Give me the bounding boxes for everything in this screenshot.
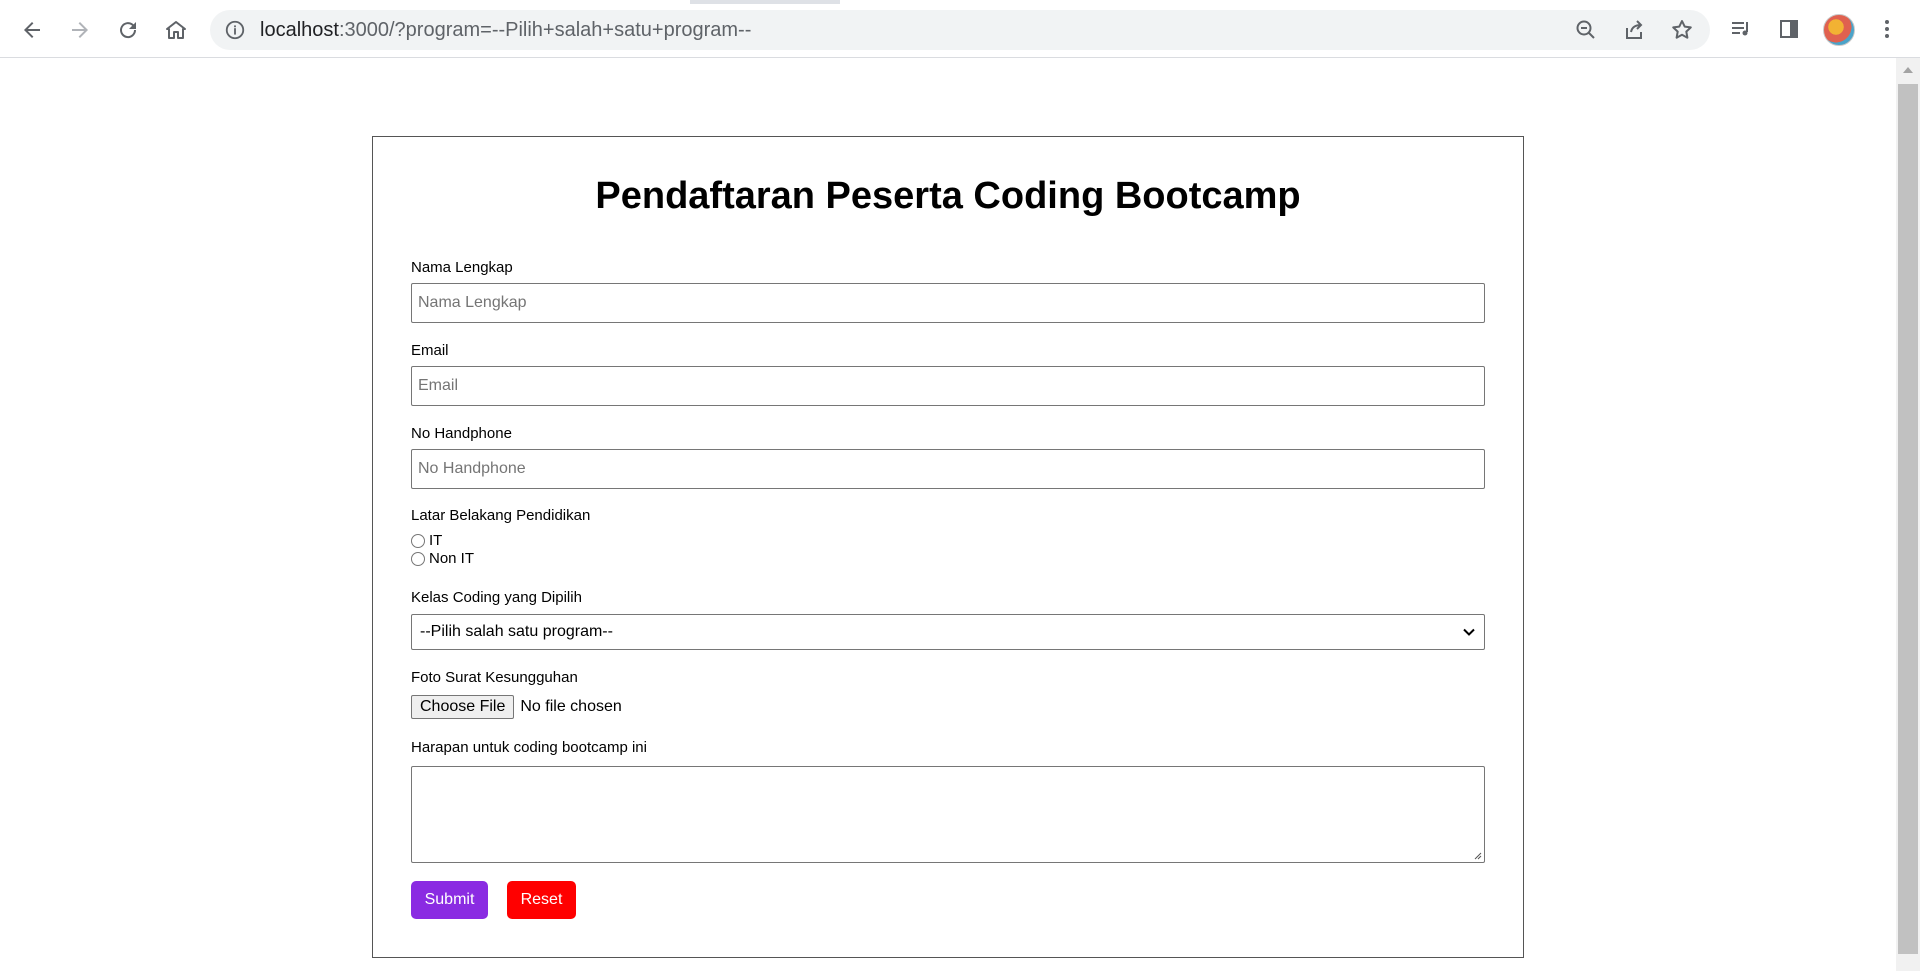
program-label: Kelas Coding yang Dipilih bbox=[411, 589, 582, 606]
registration-form: Pendaftaran Peserta Coding Bootcamp Nama… bbox=[372, 136, 1524, 958]
email-label: Email bbox=[411, 342, 449, 359]
hope-label: Harapan untuk coding bootcamp ini bbox=[411, 739, 647, 756]
file-input[interactable]: Choose File No file chosen bbox=[411, 695, 622, 719]
program-select[interactable]: --Pilih salah satu program-- bbox=[411, 614, 1485, 650]
url-path: :3000/?program=--Pilih+salah+satu+progra… bbox=[338, 19, 752, 41]
address-bar[interactable]: localhost:3000/?program=--Pilih+salah+sa… bbox=[210, 10, 1710, 50]
scrollbar-thumb[interactable] bbox=[1898, 84, 1918, 954]
forward-icon bbox=[72, 22, 88, 38]
name-label: Nama Lengkap bbox=[411, 259, 513, 276]
radio-non-it-button[interactable] bbox=[411, 551, 425, 566]
share-icon[interactable] bbox=[1622, 18, 1646, 42]
bookmark-star-icon[interactable] bbox=[1670, 18, 1694, 42]
url-host: localhost bbox=[260, 19, 339, 41]
url-text[interactable]: localhost:3000/?program=--Pilih+salah+sa… bbox=[260, 19, 751, 42]
reload-button[interactable] bbox=[110, 12, 146, 48]
radio-it[interactable]: IT bbox=[411, 532, 442, 549]
page-title: Pendaftaran Peserta Coding Bootcamp bbox=[595, 175, 1301, 217]
radio-non-it-label: Non IT bbox=[429, 550, 475, 567]
resize-grip-icon[interactable] bbox=[1472, 850, 1482, 860]
site-info-icon[interactable] bbox=[224, 19, 246, 41]
zoom-out-icon[interactable] bbox=[1574, 18, 1598, 42]
radio-it-label: IT bbox=[429, 532, 443, 549]
chevron-down-icon bbox=[1463, 628, 1475, 636]
phone-label: No Handphone bbox=[411, 425, 512, 442]
file-label: Foto Surat Kesungguhan bbox=[411, 669, 578, 686]
reload-icon bbox=[120, 22, 137, 39]
phone-input[interactable] bbox=[411, 449, 1485, 489]
back-button[interactable] bbox=[14, 12, 50, 48]
reset-button[interactable]: Reset bbox=[507, 881, 576, 919]
hope-textarea[interactable] bbox=[411, 766, 1485, 863]
name-input[interactable] bbox=[411, 283, 1485, 323]
more-menu-icon[interactable] bbox=[1875, 17, 1899, 41]
education-label: Latar Belakang Pendidikan bbox=[411, 507, 591, 524]
program-selected-value: --Pilih salah satu program-- bbox=[420, 623, 613, 640]
home-button[interactable] bbox=[158, 12, 194, 48]
forward-button[interactable] bbox=[62, 12, 98, 48]
side-panel-icon[interactable] bbox=[1777, 17, 1801, 41]
profile-avatar[interactable] bbox=[1823, 14, 1855, 46]
media-queue-icon[interactable] bbox=[1729, 17, 1753, 41]
radio-it-button[interactable] bbox=[411, 533, 425, 548]
choose-file-button[interactable]: Choose File bbox=[411, 695, 515, 719]
submit-button[interactable]: Submit bbox=[411, 881, 488, 919]
home-icon bbox=[166, 21, 186, 39]
radio-non-it[interactable]: Non IT bbox=[411, 550, 474, 567]
email-input[interactable] bbox=[411, 366, 1485, 406]
browser-toolbar: localhost:3000/?program=--Pilih+salah+sa… bbox=[0, 0, 1920, 58]
file-status: No file chosen bbox=[520, 698, 622, 715]
scroll-up-arrow-icon[interactable] bbox=[1903, 67, 1913, 73]
back-icon bbox=[24, 22, 40, 38]
tab-strip-edge bbox=[0, 0, 1920, 4]
